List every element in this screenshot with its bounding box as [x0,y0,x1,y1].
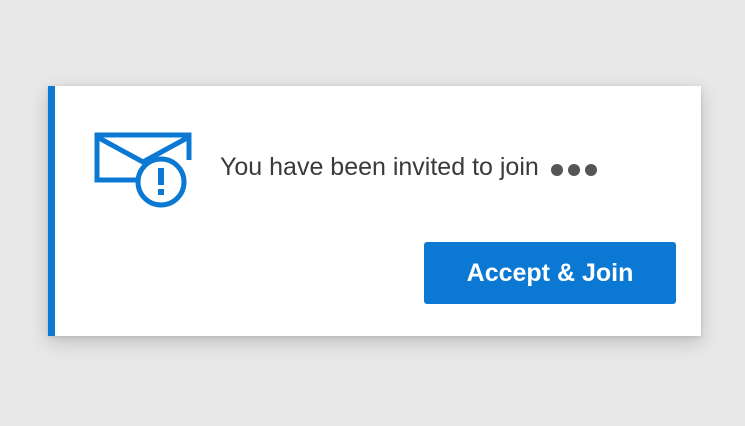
more-dots-icon [550,164,597,176]
invitation-message: You have been invited to join [220,150,597,184]
accept-and-join-button[interactable]: Accept & Join [424,242,676,304]
invitation-notification-card: You have been invited to join Accept & J… [48,86,701,336]
dot [584,164,597,176]
dot [567,164,580,176]
dot [550,164,563,176]
invitation-message-text: You have been invited to join [220,153,539,181]
envelope-alert-icon [94,132,192,208]
